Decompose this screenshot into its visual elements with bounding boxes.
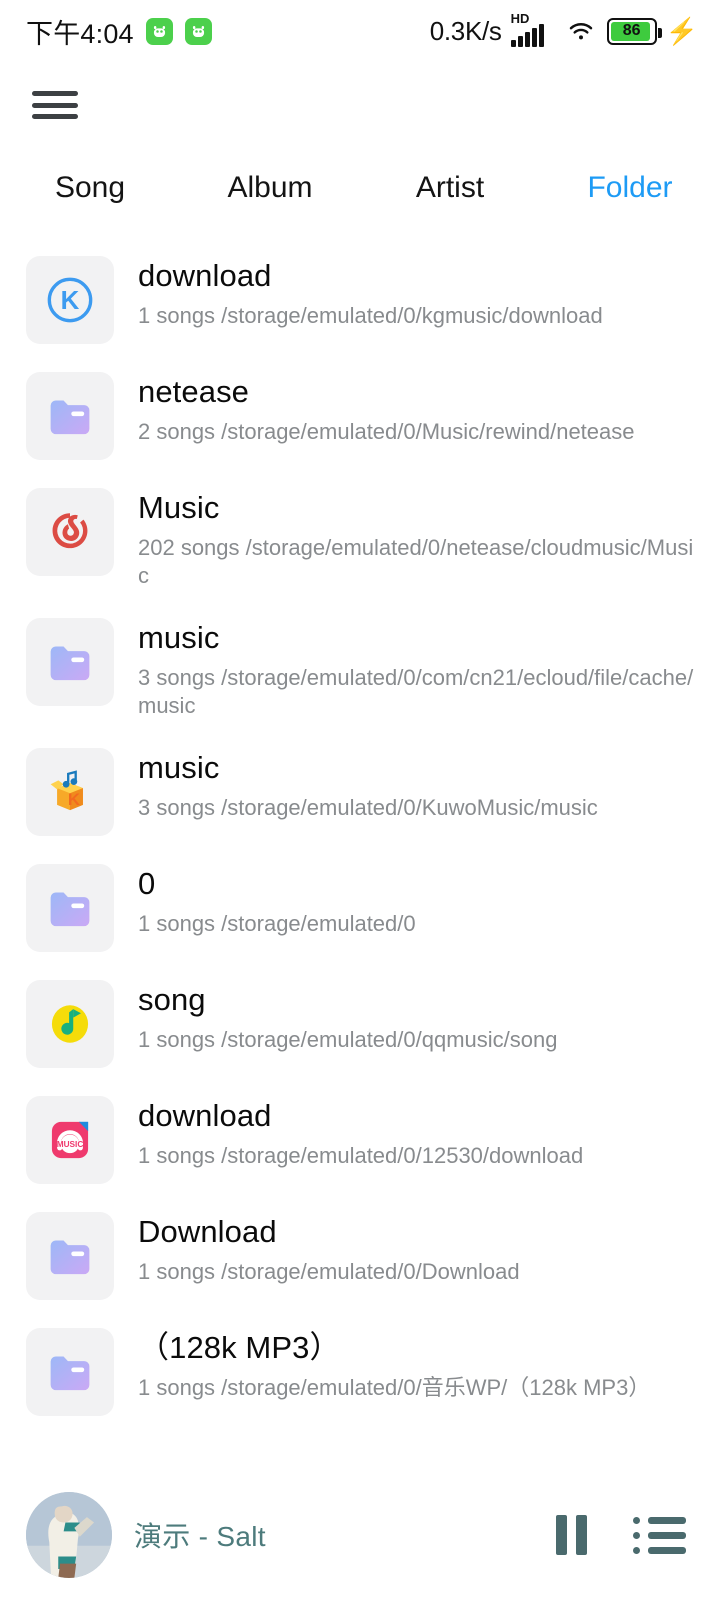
svg-text:K: K [68, 790, 80, 809]
folder-icon [26, 1211, 114, 1300]
folder-name: download [138, 258, 272, 293]
pause-icon[interactable] [556, 1515, 587, 1555]
migu-music-icon: MUSIC [26, 1095, 114, 1184]
app-notification-icon [184, 17, 212, 45]
status-bar-right: 0.3K/s HD 86 ⚡ [429, 11, 698, 47]
network-speed-label: 0.3K/s [429, 15, 502, 46]
svg-text:MUSIC: MUSIC [57, 1140, 84, 1149]
folder-name: music [138, 619, 220, 655]
list-item-text: netease 2 songs /storage/emulated/0/Musi… [138, 372, 696, 446]
folder-name: Music [138, 490, 220, 525]
battery-percent-label: 86 [622, 22, 641, 39]
tab-bar: Song Album Artist Folder [0, 148, 720, 228]
list-item[interactable]: netease 2 songs /storage/emulated/0/Musi… [0, 358, 720, 474]
cellular-signal-icon: HD [510, 11, 555, 47]
folder-icon [26, 863, 114, 952]
folder-name: music [138, 749, 220, 785]
folder-name: song [138, 981, 206, 1017]
status-bar-left: 下午4:04 [26, 12, 212, 51]
hamburger-menu-icon[interactable] [32, 88, 78, 122]
album-art-thumbnail[interactable] [26, 1492, 112, 1578]
tab-song[interactable]: Song [0, 171, 180, 205]
folder-meta: 1 songs /storage/emulated/0/kgmusic/down… [138, 302, 603, 328]
folder-meta: 1 songs /storage/emulated/0/音乐WP/（128k M… [138, 1374, 651, 1400]
playlist-icon[interactable] [633, 1516, 686, 1554]
folder-meta: 1 songs /storage/emulated/0/qqmusic/song [138, 1026, 558, 1052]
folder-name: Download [138, 1213, 277, 1249]
list-item-text: download 1 songs /storage/emulated/0/kgm… [138, 256, 696, 330]
tab-artist[interactable]: Artist [360, 171, 540, 205]
list-item[interactable]: 0 1 songs /storage/emulated/0 [0, 850, 720, 966]
list-item-text: （128k MP3） 1 songs /storage/emulated/0/音… [138, 1328, 696, 1402]
app-notification-icon [145, 17, 173, 45]
folder-name: netease [138, 374, 250, 409]
folder-icon [26, 1327, 114, 1416]
tab-folder[interactable]: Folder [540, 171, 720, 205]
folder-meta: 1 songs /storage/emulated/0/12530/downlo… [138, 1142, 584, 1168]
status-time: 下午4:04 [26, 18, 134, 49]
folder-icon [26, 617, 114, 706]
kuwo-music-icon: K [26, 747, 114, 836]
list-item-text: download 1 songs /storage/emulated/0/125… [138, 1096, 696, 1170]
qq-music-icon [26, 979, 114, 1068]
list-item[interactable]: Music 202 songs /storage/emulated/0/nete… [0, 474, 720, 604]
list-item[interactable]: MUSIC download 1 songs /storage/emulated… [0, 1082, 720, 1198]
status-bar: 下午4:04 0.3K/s HD 86 ⚡ [0, 0, 720, 62]
folder-meta: 2 songs /storage/emulated/0/Music/rewind… [138, 418, 635, 444]
netease-music-icon [26, 488, 114, 576]
folder-meta: 1 songs /storage/emulated/0/Download [138, 1258, 520, 1284]
folder-name: （128k MP3） [138, 1329, 341, 1365]
tab-album[interactable]: Album [180, 171, 360, 205]
folder-meta: 202 songs /storage/emulated/0/netease/cl… [138, 534, 694, 588]
list-item[interactable]: song 1 songs /storage/emulated/0/qqmusic… [0, 966, 720, 1082]
list-item-text: song 1 songs /storage/emulated/0/qqmusic… [138, 980, 696, 1054]
list-item-text: music 3 songs /storage/emulated/0/com/cn… [138, 618, 696, 720]
list-item[interactable]: music 3 songs /storage/emulated/0/com/cn… [0, 604, 720, 734]
list-item[interactable]: K download 1 songs /storage/emulated/0/k… [0, 242, 720, 358]
list-item-text: Download 1 songs /storage/emulated/0/Dow… [138, 1212, 696, 1286]
folder-name: download [138, 1097, 272, 1133]
svg-text:K: K [61, 287, 80, 315]
now-playing-title: 演示 - Salt [134, 1521, 266, 1552]
app-bar [0, 62, 720, 148]
folder-meta: 3 songs /storage/emulated/0/KuwoMusic/mu… [138, 794, 598, 820]
list-item-text: music 3 songs /storage/emulated/0/KuwoMu… [138, 748, 696, 822]
folder-list: K download 1 songs /storage/emulated/0/k… [0, 228, 720, 1430]
list-item[interactable]: （128k MP3） 1 songs /storage/emulated/0/音… [0, 1314, 720, 1430]
battery-icon: 86 [606, 17, 662, 45]
charging-bolt-icon: ⚡ [665, 16, 698, 46]
folder-name: 0 [138, 865, 156, 901]
folder-icon [26, 372, 114, 460]
folder-meta: 1 songs /storage/emulated/0 [138, 910, 416, 936]
signal-bars [510, 24, 544, 47]
folder-meta: 3 songs /storage/emulated/0/com/cn21/ecl… [138, 664, 694, 718]
now-playing-bar: 演示 - Salt [0, 1470, 720, 1600]
wifi-icon [569, 23, 592, 40]
list-item-text: 0 1 songs /storage/emulated/0 [138, 864, 696, 938]
list-item-text: Music 202 songs /storage/emulated/0/nete… [138, 488, 696, 590]
list-item[interactable]: Download 1 songs /storage/emulated/0/Dow… [0, 1198, 720, 1314]
list-item[interactable]: K music 3 songs /storage/emulated/0/Kuwo… [0, 734, 720, 850]
kugou-music-icon: K [26, 256, 114, 344]
